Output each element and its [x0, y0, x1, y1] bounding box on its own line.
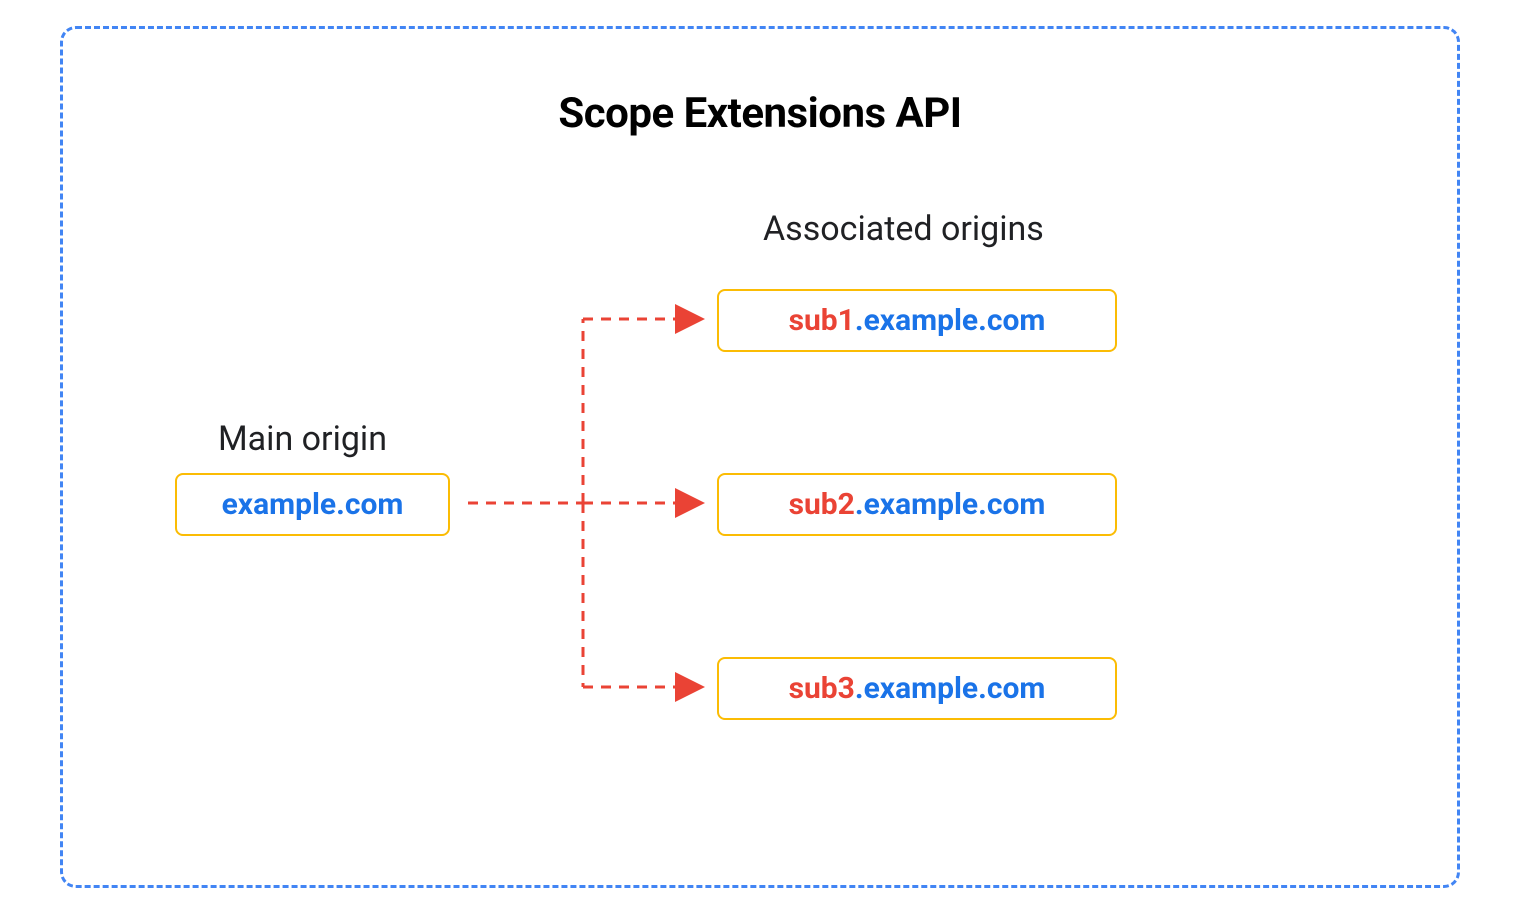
main-origin-domain: example.com [222, 487, 404, 522]
associated-origin-box-3: sub3.example.com [717, 657, 1117, 720]
main-origin-box: example.com [175, 473, 450, 536]
associated-origin-1-subdomain: sub1 [789, 303, 855, 338]
diagram-title: Scope Extensions API [63, 89, 1457, 138]
main-origin-label: Main origin [218, 419, 387, 459]
associated-origin-box-2: sub2.example.com [717, 473, 1117, 536]
associated-origin-box-1: sub1.example.com [717, 289, 1117, 352]
associated-origin-3-domain: .example.com [855, 671, 1045, 706]
associated-origin-2-domain: .example.com [855, 487, 1045, 522]
associated-origins-label: Associated origins [763, 209, 1044, 249]
associated-origin-3-subdomain: sub3 [789, 671, 855, 706]
diagram-container: Scope Extensions API Main origin Associa… [60, 26, 1460, 888]
associated-origin-1-domain: .example.com [855, 303, 1045, 338]
associated-origin-2-subdomain: sub2 [789, 487, 855, 522]
